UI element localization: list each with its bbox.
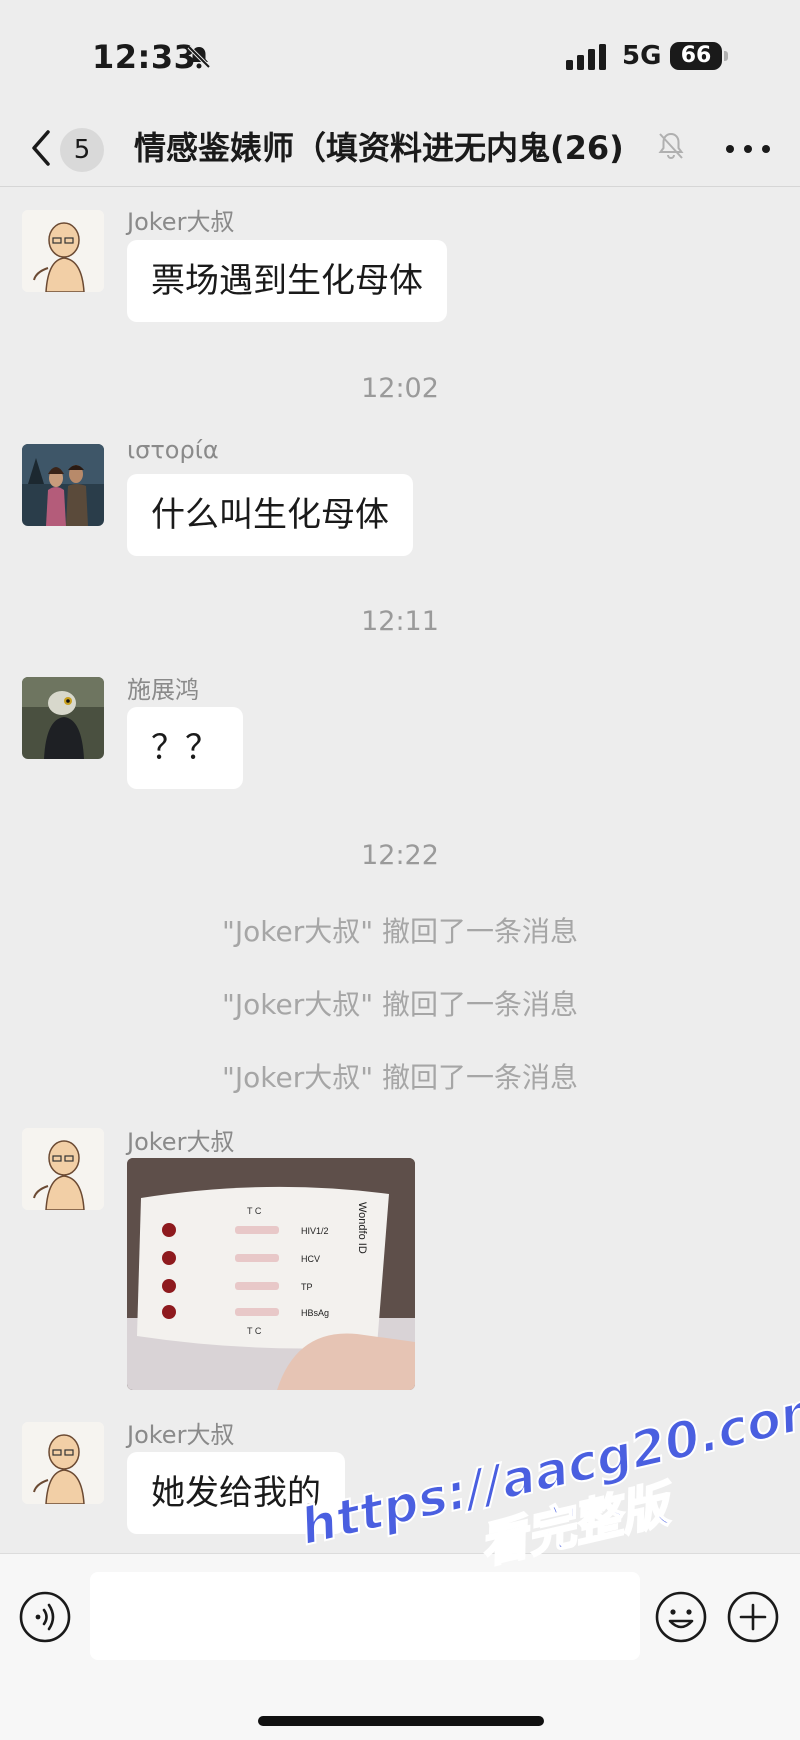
message-input[interactable] (90, 1572, 640, 1660)
more-options-icon[interactable] (722, 132, 774, 166)
test-label-hbsag: HBsAg (301, 1308, 329, 1318)
message-bubble[interactable]: 她发给我的 (127, 1452, 345, 1534)
bald-man-avatar-icon (22, 1128, 104, 1210)
bald-man-avatar-icon (22, 210, 104, 292)
test-label-hcv: HCV (301, 1254, 320, 1264)
avatar-istoria[interactable] (22, 444, 104, 526)
test-label-tp: TP (301, 1282, 313, 1292)
bald-man-avatar-icon (22, 1422, 104, 1504)
recall-notice: "Joker大叔" 撤回了一条消息 (221, 1061, 578, 1094)
battery-indicator: 66 (670, 42, 722, 70)
message-bubble[interactable]: 什么叫生化母体 (127, 474, 413, 556)
message-bubble[interactable]: ？？ (127, 707, 243, 789)
status-bar: 12:33 5G 66 (0, 0, 800, 110)
plus-icon[interactable] (726, 1590, 780, 1644)
sender-name: Joker大叔 (127, 208, 235, 236)
masked-figure-avatar-icon (22, 677, 104, 759)
emoji-icon[interactable] (654, 1590, 708, 1644)
mute-bell-icon (658, 132, 684, 159)
avatar-joker[interactable] (22, 210, 104, 292)
member-count: (26) (550, 129, 624, 167)
tc-label-top: T C (247, 1206, 262, 1216)
recall-notice: "Joker大叔" 撤回了一条消息 (221, 915, 578, 948)
timestamp: 12:22 (361, 840, 439, 871)
timestamp: 12:11 (361, 606, 439, 637)
status-time: 12:33 (92, 38, 197, 76)
battery-cap (724, 51, 728, 61)
unread-count-badge[interactable]: 5 (60, 128, 104, 172)
chat-title[interactable]: 情感鉴婊师（填资料进无内鬼(26) (134, 124, 654, 172)
avatar-joker[interactable] (22, 1422, 104, 1504)
timestamp: 12:02 (361, 373, 439, 404)
tc-label-bottom: T C (247, 1326, 262, 1336)
input-bar (0, 1553, 800, 1740)
sender-name: Joker大叔 (127, 1421, 235, 1449)
sender-name: 施展鸿 (127, 676, 199, 704)
group-name: 情感鉴婊师（填资料进无内鬼 (134, 129, 551, 167)
back-chevron-icon[interactable] (26, 126, 58, 170)
watermark-overlay: https://aacg20.com 看完整版 (294, 1377, 800, 1576)
recall-notice: "Joker大叔" 撤回了一条消息 (221, 988, 578, 1021)
couple-poster-avatar-icon (22, 444, 104, 526)
watermark-url: https://aacg20.com (295, 1378, 800, 1557)
network-type: 5G (622, 41, 662, 71)
test-label-hiv: HIV1/2 (301, 1226, 329, 1236)
image-message-test-kit-photo[interactable]: T C HIV1/2 HCV TP HBsAg T C Wondfo ID (127, 1158, 415, 1390)
bell-off-icon (187, 45, 211, 69)
avatar-joker[interactable] (22, 1128, 104, 1210)
home-indicator (258, 1716, 544, 1726)
chat-header: 5 情感鉴婊师（填资料进无内鬼(26) (0, 110, 800, 187)
sender-name: Joker大叔 (127, 1128, 235, 1156)
avatar-shizhanhong[interactable] (22, 677, 104, 759)
message-bubble[interactable]: 票场遇到生化母体 (127, 240, 447, 322)
brand-label: Wondfo ID (356, 1202, 368, 1254)
sender-name: ιστορία (127, 436, 219, 464)
voice-input-icon[interactable] (18, 1590, 72, 1644)
rapid-test-kit-image: T C HIV1/2 HCV TP HBsAg T C Wondfo ID (127, 1158, 415, 1390)
signal-icon (566, 44, 606, 70)
